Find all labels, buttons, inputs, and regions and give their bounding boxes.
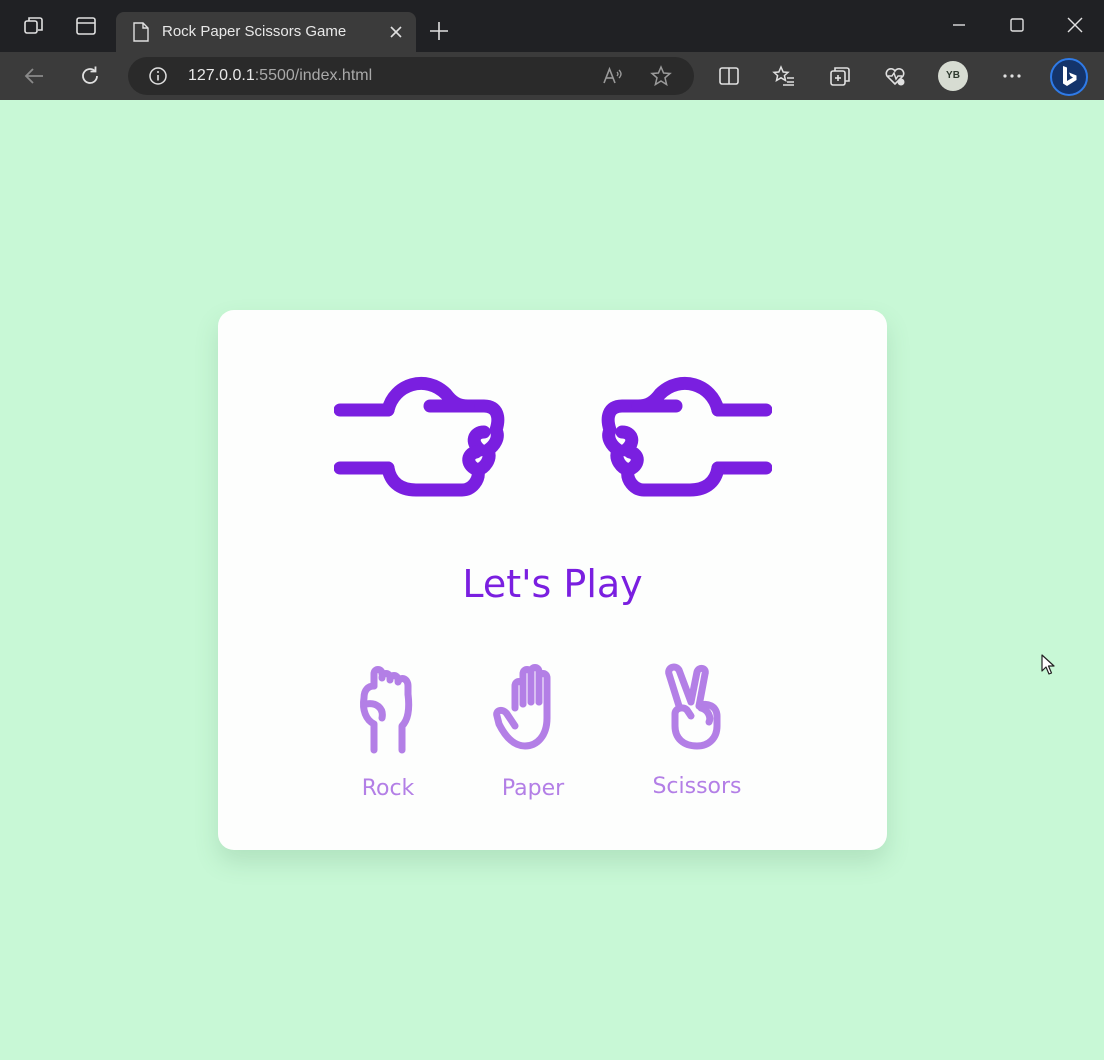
url-text[interactable]: 127.0.0.1:5500/index.html bbox=[188, 67, 372, 85]
browser-essentials-icon[interactable] bbox=[883, 64, 907, 88]
site-info-icon[interactable] bbox=[148, 66, 168, 86]
back-arrow-icon[interactable] bbox=[22, 64, 46, 88]
rock-option-button[interactable]: Rock bbox=[328, 664, 448, 814]
game-status-text: Let's Play bbox=[462, 562, 643, 606]
browser-toolbar: 127.0.0.1:5500/index.html YB bbox=[0, 52, 1104, 100]
scissors-hand-icon bbox=[665, 663, 721, 750]
rock-hand-icon bbox=[360, 666, 413, 754]
tab-actions-icon[interactable] bbox=[74, 14, 98, 38]
bing-copilot-button[interactable] bbox=[1050, 58, 1088, 96]
paper-option-label: Paper bbox=[501, 776, 565, 801]
workspaces-icon[interactable] bbox=[22, 14, 46, 38]
url-host: 127.0.0.1 bbox=[188, 67, 255, 84]
browser-title-bar: Rock Paper Scissors Game bbox=[0, 0, 1104, 52]
maximize-window-icon[interactable] bbox=[1006, 14, 1028, 36]
more-options-icon[interactable] bbox=[1000, 64, 1024, 88]
game-card: Let's Play Rock Paper Scissors bbox=[218, 310, 887, 850]
close-window-icon[interactable] bbox=[1064, 14, 1086, 36]
refresh-icon[interactable] bbox=[78, 64, 102, 88]
player-fist-icon bbox=[334, 377, 505, 497]
close-tab-icon[interactable] bbox=[388, 24, 404, 40]
split-screen-icon[interactable] bbox=[717, 64, 741, 88]
rock-option-label: Rock bbox=[361, 776, 415, 801]
bing-logo-icon bbox=[1063, 66, 1077, 86]
favorite-star-icon[interactable] bbox=[649, 64, 673, 88]
minimize-window-icon[interactable] bbox=[948, 14, 970, 36]
browser-tab-active[interactable]: Rock Paper Scissors Game bbox=[116, 12, 416, 52]
new-tab-icon[interactable] bbox=[428, 20, 450, 42]
scissors-option-label: Scissors bbox=[652, 774, 742, 799]
favorites-icon[interactable] bbox=[772, 64, 796, 88]
tab-title: Rock Paper Scissors Game bbox=[162, 23, 347, 40]
document-icon bbox=[133, 22, 149, 42]
mouse-cursor-icon bbox=[1041, 654, 1055, 675]
read-aloud-icon[interactable] bbox=[600, 64, 624, 88]
paper-option-button[interactable]: Paper bbox=[473, 664, 593, 814]
collections-icon[interactable] bbox=[828, 64, 852, 88]
profile-avatar[interactable]: YB bbox=[938, 61, 968, 91]
address-bar[interactable]: 127.0.0.1:5500/index.html bbox=[128, 57, 694, 95]
opponent-fist-icon bbox=[601, 377, 772, 497]
url-port-path: :5500/index.html bbox=[254, 67, 373, 84]
paper-hand-icon bbox=[493, 664, 551, 750]
scissors-option-button[interactable]: Scissors bbox=[637, 662, 757, 812]
